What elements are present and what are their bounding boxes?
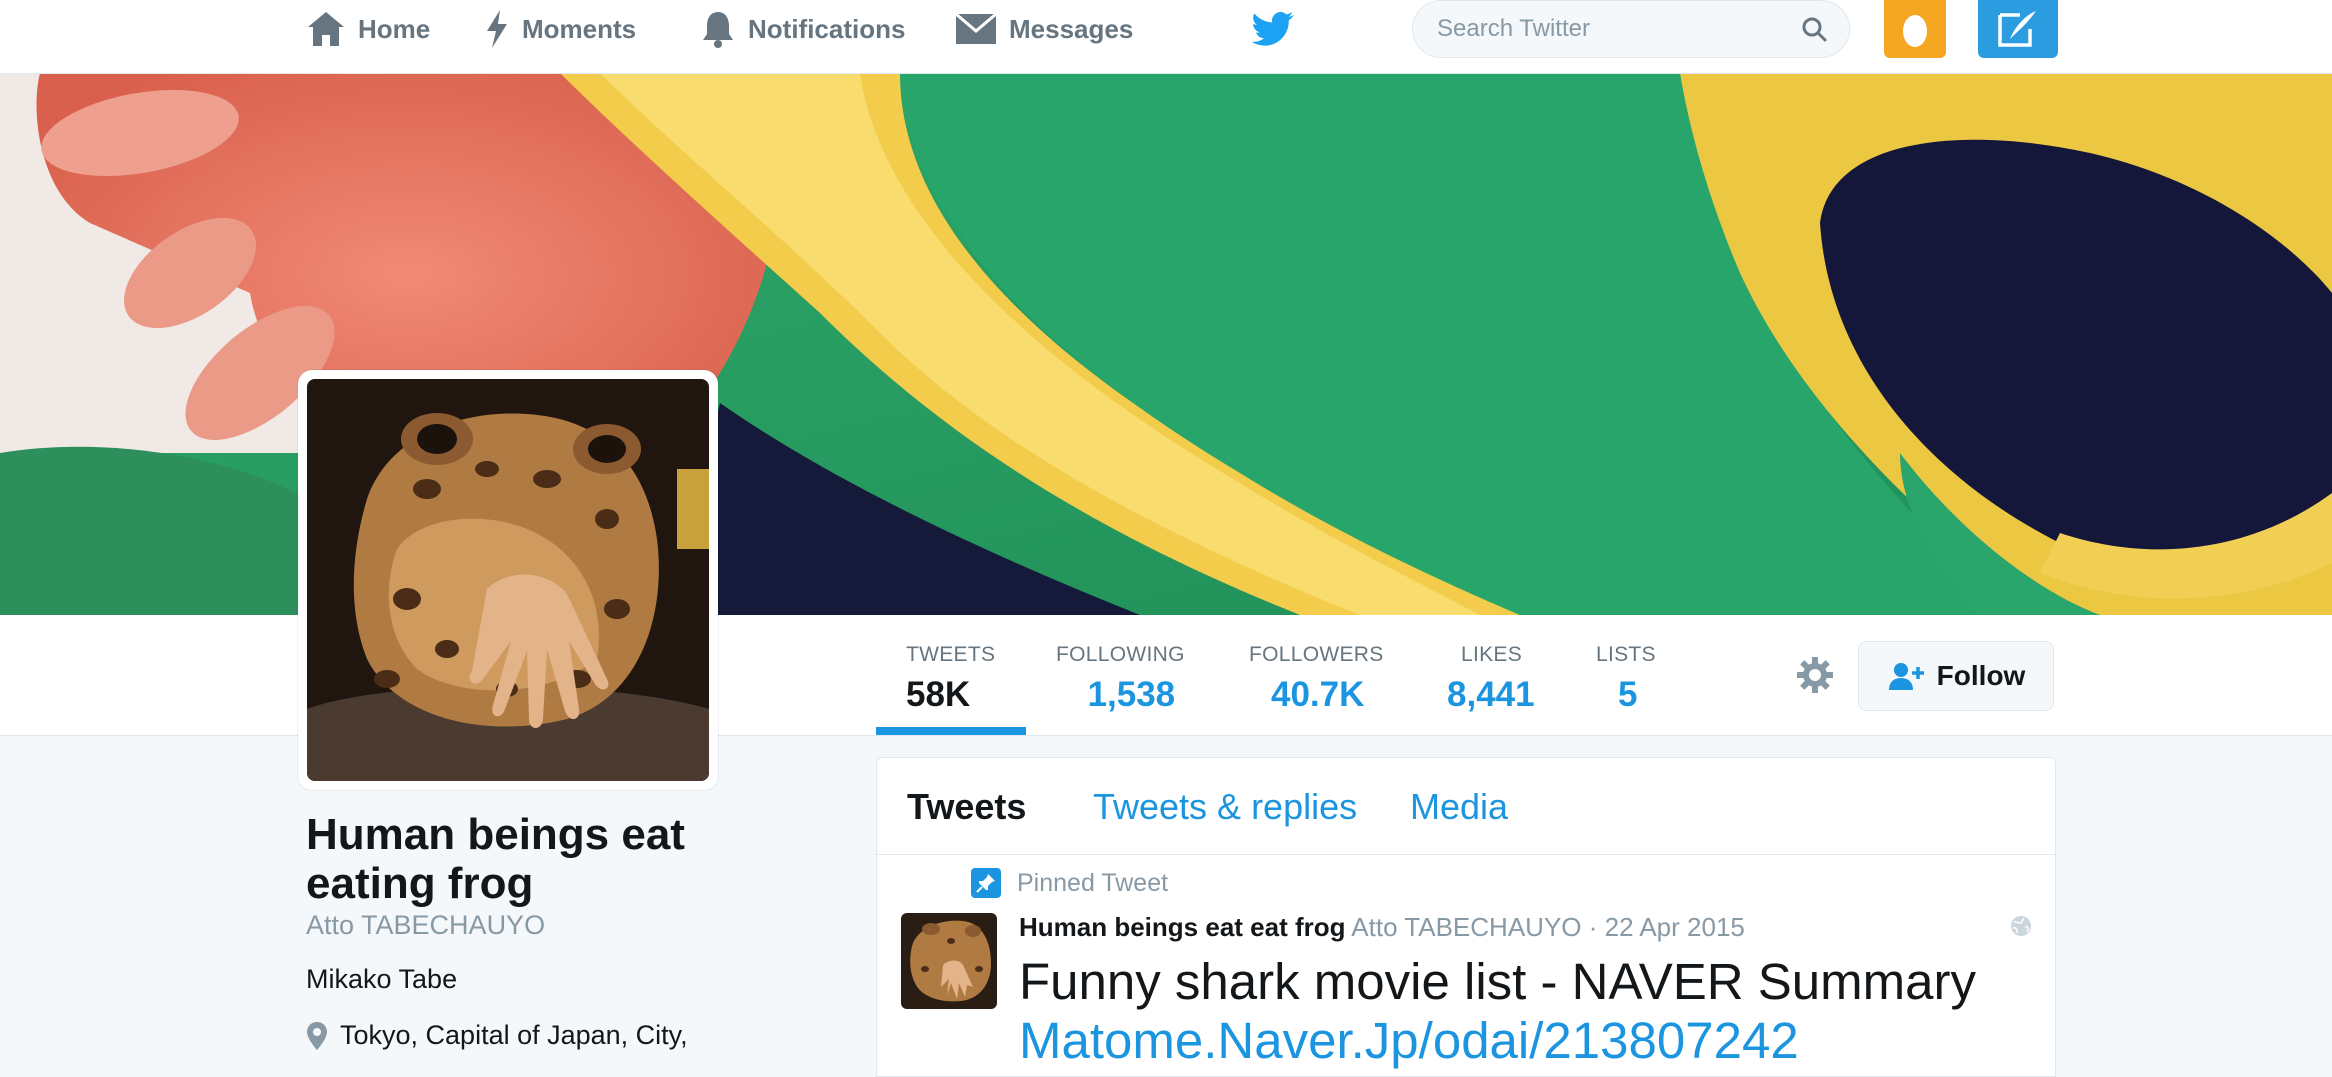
nav-messages-label: Messages <box>1009 13 1134 44</box>
stat-tweets-value: 58K <box>906 675 971 714</box>
search-input[interactable] <box>1413 14 1801 44</box>
envelope-icon <box>955 12 997 44</box>
stat-tweets[interactable]: TWEETS 58K <box>906 643 995 715</box>
stat-likes-label: LIKES <box>1461 643 1523 666</box>
follow-button[interactable]: Follow <box>1858 641 2054 711</box>
compose-tweet-button[interactable] <box>1978 0 2058 58</box>
nav-notifications[interactable]: Notifications <box>700 0 905 58</box>
nav-notifications-label: Notifications <box>748 13 906 44</box>
stat-lists-value: 5 <box>1618 675 1638 714</box>
tweet-header: Human beings eat eat frog Atto TABECHAUY… <box>1019 912 1745 943</box>
home-icon <box>308 12 344 46</box>
tab-tweets-and-replies[interactable]: Tweets & replies <box>1093 786 1357 828</box>
profile-handle[interactable]: Atto TABECHAUYO <box>306 910 545 941</box>
account-menu-button[interactable] <box>1884 0 1946 58</box>
pinned-tweet-text: Pinned Tweet <box>1017 868 1169 897</box>
search-box[interactable] <box>1412 0 1850 58</box>
tweet-text: Funny shark movie list - NAVER Summary <box>1019 953 1976 1010</box>
stat-lists-label: LISTS <box>1596 643 1656 666</box>
stat-lists[interactable]: LISTS 5 <box>1596 643 1656 715</box>
profile-location: Tokyo, Capital of Japan, City, <box>306 1020 688 1051</box>
tweet-author-name[interactable]: Human beings eat eat frog <box>1019 912 1346 942</box>
location-pin-icon <box>307 1021 327 1050</box>
stat-following-label: FOLLOWING <box>1056 643 1185 666</box>
frog-avatar-image <box>307 379 709 781</box>
tweet-author-handle[interactable]: Atto TABECHAUYO <box>1351 912 1581 942</box>
pin-icon <box>971 868 1001 898</box>
timeline-tabs: Tweets Tweets & replies Media <box>877 758 2055 855</box>
profile-location-text: Tokyo, Capital of Japan, City, <box>340 1020 688 1050</box>
nav-home-label: Home <box>358 13 431 44</box>
stat-followers-label: FOLLOWERS <box>1249 643 1384 666</box>
tweet-timestamp[interactable]: · 22 Apr 2015 <box>1589 912 1745 942</box>
follow-button-label: Follow <box>1936 660 2026 691</box>
stat-following-value: 1,538 <box>1087 675 1176 714</box>
profile-name: Human beings eat eating frog <box>306 810 685 908</box>
tweet-author-avatar[interactable] <box>901 913 997 1009</box>
add-user-icon <box>1888 663 1924 690</box>
tab-media[interactable]: Media <box>1410 786 1508 828</box>
profile-avatar[interactable] <box>298 370 718 790</box>
stat-likes-value: 8,441 <box>1447 675 1535 714</box>
stat-followers-value: 40.7K <box>1271 675 1365 714</box>
active-stat-underline <box>876 727 1026 735</box>
stat-likes[interactable]: LIKES 8,441 <box>1447 643 1535 715</box>
timeline-panel: Tweets Tweets & replies Media Pinned Twe… <box>876 757 2056 1077</box>
twitter-bird-icon[interactable] <box>1249 10 1295 48</box>
lightning-icon <box>487 10 507 48</box>
search-icon[interactable] <box>1801 16 1827 42</box>
tweet-link[interactable]: Matome.Naver.Jp/odai/213807242 <box>1019 1011 1799 1070</box>
stat-followers[interactable]: FOLLOWERS 40.7K <box>1249 643 1384 715</box>
nav-moments[interactable]: Moments <box>484 0 636 58</box>
gear-icon[interactable] <box>1795 655 1835 695</box>
stat-following[interactable]: FOLLOWING 1,538 <box>1056 643 1185 715</box>
globe-icon <box>2011 916 2031 936</box>
nav-messages[interactable]: Messages <box>955 0 1133 58</box>
nav-home[interactable]: Home <box>306 0 430 58</box>
egg-avatar-icon <box>1903 15 1927 47</box>
nav-moments-label: Moments <box>522 13 637 44</box>
stat-tweets-label: TWEETS <box>906 643 996 666</box>
bell-icon <box>703 12 733 48</box>
profile-bio: Mikako Tabe <box>306 964 458 994</box>
compose-icon <box>1998 11 2036 47</box>
top-navigation-bar: Home Moments Notifications Messages <box>0 0 2332 74</box>
pinned-tweet-label: Pinned Tweet <box>971 868 1168 898</box>
tab-tweets[interactable]: Tweets <box>907 786 1026 828</box>
